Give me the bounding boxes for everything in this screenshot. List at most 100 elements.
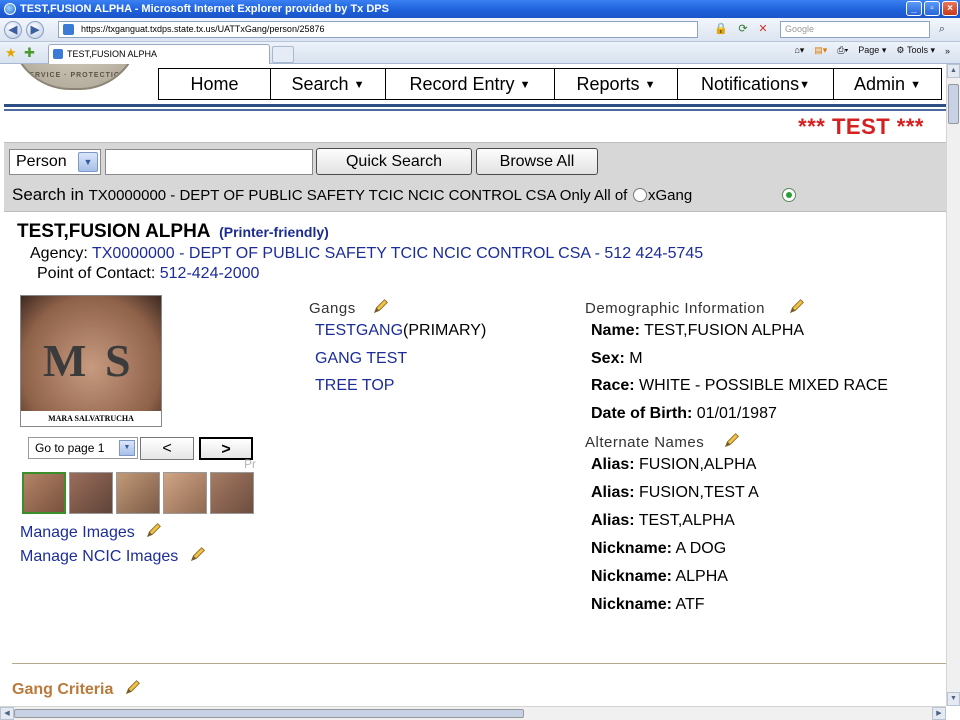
chevron-down-icon[interactable]: ▼: [119, 440, 135, 456]
quick-search-button[interactable]: Quick Search: [316, 148, 472, 175]
radio-all-txgang[interactable]: [633, 188, 647, 202]
tab-title: TEST,FUSION ALPHA: [67, 49, 158, 59]
search-icon[interactable]: ⌕: [931, 21, 953, 38]
alias-value: TEST,ALPHA: [638, 512, 735, 529]
nickname-value: A DOG: [675, 540, 727, 557]
favorites-star-icon[interactable]: ★: [5, 45, 17, 61]
tools-menu-label: Tools: [906, 45, 928, 55]
manage-images-link[interactable]: Manage Images: [20, 524, 135, 541]
agency-link[interactable]: TX0000000 - DEPT OF PUBLIC SAFETY TCIC N…: [92, 245, 703, 262]
maximize-button[interactable]: ▫: [924, 1, 940, 16]
close-button[interactable]: ×: [942, 1, 958, 16]
nav-notifications-label: Notifications: [701, 74, 800, 94]
home-icon[interactable]: ⌂▾: [794, 45, 804, 56]
thumbnail-1[interactable]: [22, 472, 66, 514]
tools-menu[interactable]: ⚙ Tools ▾: [896, 45, 935, 56]
thumbnail-3[interactable]: [116, 472, 160, 514]
search-type-select[interactable]: Person ▼: [9, 149, 101, 175]
pencil-icon[interactable]: [372, 297, 390, 315]
poc-value[interactable]: 512-424-2000: [160, 265, 260, 282]
alias-row: Alias: FUSION,ALPHA: [591, 456, 756, 474]
horizontal-scrollbar[interactable]: ◀ ▶: [0, 706, 946, 720]
demographic-label: Sex:: [591, 350, 625, 367]
ie-icon: [4, 3, 16, 15]
browse-all-button[interactable]: Browse All: [476, 148, 598, 175]
alias-label: Alias:: [591, 456, 635, 473]
prev-image-button[interactable]: <: [140, 437, 194, 460]
thumbnail-2[interactable]: [69, 472, 113, 514]
tab-page-icon: [53, 49, 63, 59]
gang-link[interactable]: GANG TEST: [315, 350, 407, 367]
demographics-title: Demographic Information: [585, 300, 765, 317]
url-text: https://txganguat.txdps.state.tx.us/UATT…: [81, 24, 325, 34]
alternate-names-section-title: Alternate Names: [585, 431, 741, 451]
toolbar-overflow-icon[interactable]: »: [945, 46, 950, 56]
hscroll-thumb[interactable]: [14, 709, 524, 718]
browser-search-input[interactable]: Google: [780, 21, 930, 38]
demographic-value: WHITE - POSSIBLE MIXED RACE: [639, 377, 888, 394]
nickname-row: Nickname: ATF: [591, 596, 705, 614]
scroll-left-icon[interactable]: ◀: [0, 707, 14, 720]
demographic-row: Sex: M: [591, 350, 643, 368]
scroll-thumb[interactable]: [948, 84, 959, 124]
gang-link[interactable]: TREE TOP: [315, 377, 394, 394]
header-stripe: [4, 109, 946, 111]
scroll-up-icon[interactable]: ▲: [947, 64, 960, 78]
thumbnail-4[interactable]: [163, 472, 207, 514]
minimize-button[interactable]: _: [906, 1, 922, 16]
demographic-label: Date of Birth:: [591, 405, 693, 422]
poc-label: Point of Contact:: [37, 265, 156, 282]
nav-record-entry[interactable]: Record Entry ▼: [386, 69, 555, 99]
demographics-section-title: Demographic Information: [585, 297, 806, 317]
person-photo[interactable]: M S MARA SALVATRUCHA: [20, 295, 162, 427]
goto-page-select[interactable]: Go to page 1 ▼: [28, 437, 138, 459]
gang-primary-tag: (PRIMARY): [403, 322, 487, 339]
thumbnail-5[interactable]: [210, 472, 254, 514]
new-tab-button[interactable]: [272, 46, 294, 63]
feeds-icon[interactable]: ▤▾: [814, 45, 827, 56]
pencil-icon[interactable]: [189, 545, 207, 563]
print-icon[interactable]: ⎙▾: [837, 45, 848, 56]
stop-icon[interactable]: ✕: [756, 22, 770, 36]
quick-search-input[interactable]: [105, 149, 313, 175]
nickname-row: Nickname: A DOG: [591, 540, 726, 558]
chevron-down-icon: ▼: [644, 79, 656, 91]
radio-agency-only[interactable]: [782, 188, 796, 202]
person-header: TEST,FUSION ALPHA (Printer-friendly): [17, 221, 329, 243]
pencil-icon[interactable]: [145, 521, 163, 539]
nav-notifications[interactable]: Notifications▼: [678, 69, 834, 99]
pencil-icon[interactable]: [723, 431, 741, 449]
lock-icon[interactable]: 🔒: [714, 22, 728, 36]
browser-tab[interactable]: TEST,FUSION ALPHA: [48, 44, 270, 64]
url-field[interactable]: https://txganguat.txdps.state.tx.us/UATT…: [58, 21, 698, 38]
nav-reports[interactable]: Reports ▼: [555, 69, 678, 99]
back-button[interactable]: ◀: [4, 21, 22, 39]
pencil-icon[interactable]: [788, 297, 806, 315]
gang-link[interactable]: TESTGANG: [315, 322, 403, 339]
add-favorite-icon[interactable]: ✚: [24, 45, 35, 61]
vertical-scrollbar[interactable]: ▲ ▼: [946, 64, 960, 706]
nav-home[interactable]: Home: [159, 69, 271, 99]
poc-row: Point of Contact: 512-424-2000: [37, 265, 259, 283]
nav-search[interactable]: Search ▼: [271, 69, 386, 99]
pencil-icon[interactable]: [124, 678, 142, 696]
scroll-right-icon[interactable]: ▶: [932, 707, 946, 720]
page-menu[interactable]: Page ▾: [858, 45, 886, 56]
printer-friendly-link[interactable]: (Printer-friendly): [219, 224, 329, 240]
scroll-down-icon[interactable]: ▼: [947, 692, 960, 706]
chevron-down-icon: ▼: [799, 79, 810, 91]
goto-page-value: Go to page 1: [35, 441, 105, 455]
address-bar: ◀ ▶ https://txganguat.txdps.state.tx.us/…: [0, 18, 960, 42]
forward-button[interactable]: ▶: [26, 21, 44, 39]
refresh-icon[interactable]: ⟳: [736, 22, 750, 36]
search-scope: Search in TX0000000 - DEPT OF PUBLIC SAF…: [12, 185, 627, 205]
page-content: · SERVICE · PROTECTION · Home Search ▼ R…: [4, 64, 946, 706]
nav-admin[interactable]: Admin ▼: [834, 69, 941, 99]
chevron-down-icon[interactable]: ▼: [78, 152, 98, 172]
nickname-label: Nickname:: [591, 596, 672, 613]
demographic-value: M: [629, 350, 643, 367]
manage-ncic-link[interactable]: Manage NCIC Images: [20, 548, 178, 565]
main-nav: Home Search ▼ Record Entry ▼ Reports ▼ N…: [158, 68, 942, 100]
gangs-section-title: Gangs: [309, 297, 390, 317]
txgang-label: xGang: [648, 187, 693, 204]
